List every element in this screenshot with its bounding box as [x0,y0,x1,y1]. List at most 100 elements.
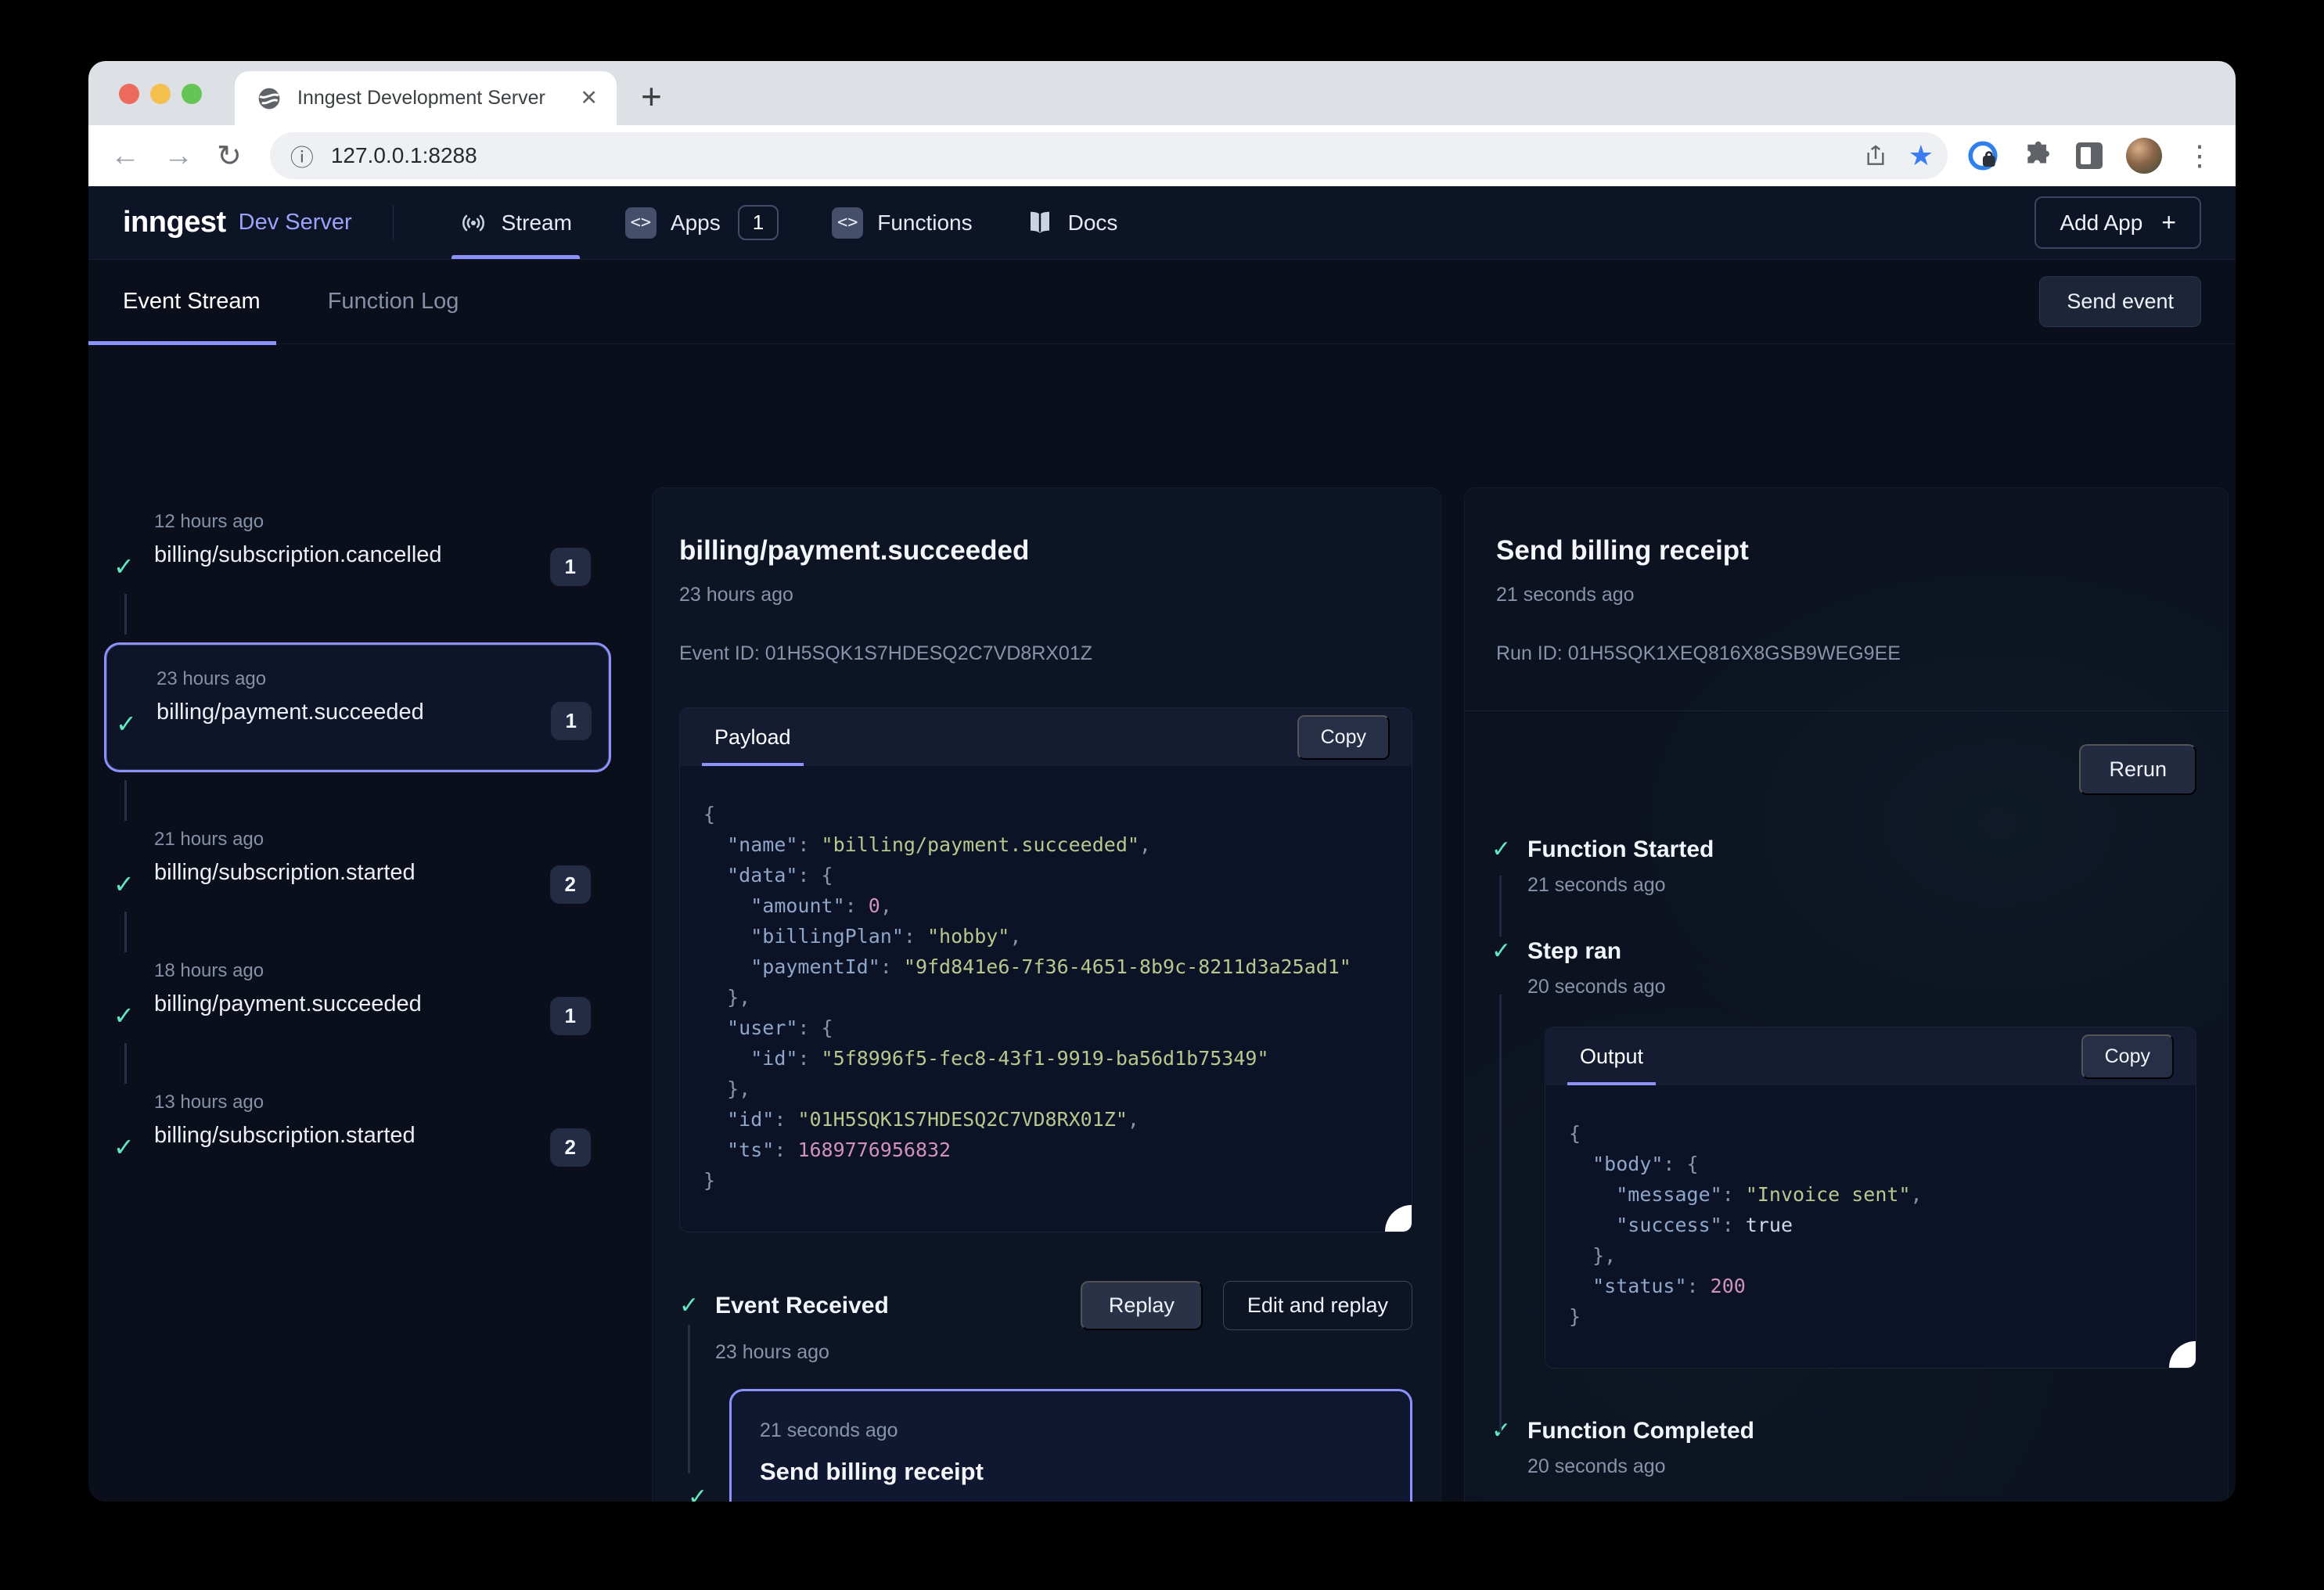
event-timeline: ✓ Event Received Replay Edit and replay … [679,1281,1412,1502]
event-list-item[interactable]: ✓ 12 hours ago billing/subscription.canc… [104,511,611,586]
event-name: billing/subscription.started [154,1123,591,1149]
payload-code: { "name": "billing/payment.succeeded", "… [680,766,1412,1232]
new-tab-button[interactable]: + [641,75,662,117]
timeline-connector [124,1043,127,1084]
reload-icon[interactable]: ↻ [217,138,242,174]
tab-event-stream[interactable]: Event Stream [123,289,261,315]
run-detail-run-id: Run ID: 01H5SQK1XEQ816X8GSB9WEG9EE [1496,642,2196,665]
main-nav: Stream <> Apps 1 <> Functions [433,186,1145,259]
apps-icon: <> [625,207,657,239]
url-text[interactable]: 127.0.0.1:8288 [331,143,1863,168]
inngest-app: inngest Dev Server Stream <> [88,186,2236,1502]
event-name: billing/payment.succeeded [154,991,591,1017]
extensions-puzzle-icon[interactable] [2023,141,2052,171]
nav-label-apps: Apps [671,210,721,236]
step-label: Function Started [1527,836,1714,863]
forward-icon[interactable]: → [164,139,193,173]
browser-toolbar: ← → ↻ ⓘ 127.0.0.1:8288 ★ [88,125,2236,186]
profile-avatar[interactable] [2126,138,2162,174]
globe-favicon-icon [257,86,282,111]
function-run-card[interactable]: ✓ 21 seconds ago Send billing receipt Ru… [729,1389,1412,1502]
add-app-label: Add App [2060,210,2142,236]
event-name: billing/subscription.cancelled [154,542,591,568]
copy-payload-button[interactable]: Copy [1297,715,1390,760]
tab-output[interactable]: Output [1567,1027,1656,1085]
password-manager-icon[interactable] [1966,139,1999,172]
nav-item-docs[interactable]: Docs [999,186,1145,259]
event-detail-title: billing/payment.succeeded [679,535,1412,567]
nav-label-functions: Functions [877,210,972,236]
tab-payload[interactable]: Payload [702,708,804,766]
nav-item-stream[interactable]: Stream [433,186,599,259]
event-count-badge: 1 [550,548,591,586]
nav-item-functions[interactable]: <> Functions [805,186,998,259]
back-icon[interactable]: ← [110,139,140,173]
check-icon: ✓ [113,1132,135,1162]
address-bar[interactable]: ⓘ 127.0.0.1:8288 ★ [270,132,1948,179]
nav-item-apps[interactable]: <> Apps 1 [599,186,805,259]
timeline-connector [1499,995,1502,1433]
share-icon[interactable] [1863,143,1888,168]
run-card-title: Send billing receipt [760,1458,1382,1486]
run-detail-header: Send billing receipt 21 seconds ago Run … [1465,488,2228,711]
event-list-item[interactable]: ✓ 18 hours ago billing/payment.succeeded… [104,960,611,1035]
step-time: 21 seconds ago [1527,874,2196,897]
resize-corner-icon[interactable] [1385,1205,1412,1232]
timeline-entry-function-completed: ✓ Function Completed 20 seconds ago [1491,1417,2196,1478]
event-list-item[interactable]: ✓ 13 hours ago billing/subscription.star… [104,1092,611,1167]
event-id: Event ID: 01H5SQK1S7HDESQ2C7VD8RX01Z [679,642,1412,665]
browser-tab[interactable]: Inngest Development Server ✕ [235,71,617,125]
check-icon: ✓ [116,709,137,739]
check-icon: ✓ [113,869,135,899]
send-event-button[interactable]: Send event [2039,276,2201,327]
step-label: Step ran [1527,938,1621,965]
resize-corner-icon[interactable] [2169,1341,2196,1368]
event-name: billing/subscription.started [154,860,591,886]
event-received-time: 23 hours ago [715,1341,1412,1364]
tab-title: Inngest Development Server [297,87,580,110]
rerun-button[interactable]: Rerun [2079,744,2196,795]
event-list-item[interactable]: ✓ 21 hours ago billing/subscription.star… [104,829,611,904]
brand: inngest Dev Server [123,186,352,259]
event-time: 23 hours ago [156,668,588,690]
traffic-close-button[interactable] [119,84,139,104]
functions-icon: <> [832,207,863,239]
check-icon: ✓ [688,1484,707,1502]
event-time: 18 hours ago [154,960,591,982]
add-app-button[interactable]: Add App + [2034,196,2201,249]
output-code: { "body": { "message": "Invoice sent", "… [1545,1085,2196,1368]
bookmark-star-icon[interactable]: ★ [1908,139,1934,172]
dev-server-label: Dev Server [239,210,352,236]
timeline-connector [124,780,127,821]
step-label: Function Completed [1527,1418,1754,1444]
toolbar-right-icons: ⋮ [1966,138,2214,174]
close-tab-icon[interactable]: ✕ [580,86,598,110]
run-detail-body: Rerun ✓ Function Started 21 seconds ago … [1465,711,2228,1478]
check-icon: ✓ [113,1001,135,1031]
header-divider [393,205,394,240]
copy-output-button[interactable]: Copy [2081,1034,2174,1079]
traffic-minimize-button[interactable] [150,84,171,104]
check-icon: ✓ [679,1292,715,1319]
active-tab-underline [88,341,276,345]
event-detail-time: 23 hours ago [679,584,1412,606]
side-panel-icon[interactable] [2076,142,2103,169]
event-list-item-selected[interactable]: ✓ 23 hours ago billing/payment.succeeded… [104,642,611,772]
event-list: ✓ 12 hours ago billing/subscription.canc… [104,511,611,1167]
site-info-icon[interactable]: ⓘ [290,138,314,173]
replay-button[interactable]: Replay [1081,1281,1203,1330]
nav-label-stream: Stream [502,210,572,236]
tab-function-log[interactable]: Function Log [328,289,459,315]
browser-menu-icon[interactable]: ⋮ [2185,139,2214,172]
payload-card-header: Payload Copy [680,708,1412,766]
edit-and-replay-button[interactable]: Edit and replay [1223,1281,1412,1330]
check-icon: ✓ [1491,836,1527,863]
inngest-logo: inngest [123,206,226,239]
check-icon: ✓ [113,552,135,581]
book-icon [1026,209,1054,237]
timeline-connector [1499,876,1502,937]
traffic-zoom-button[interactable] [182,84,202,104]
timeline-connector [124,912,127,952]
browser-tabstrip: Inngest Development Server ✕ + [88,61,2236,125]
event-count-badge: 2 [550,865,591,904]
